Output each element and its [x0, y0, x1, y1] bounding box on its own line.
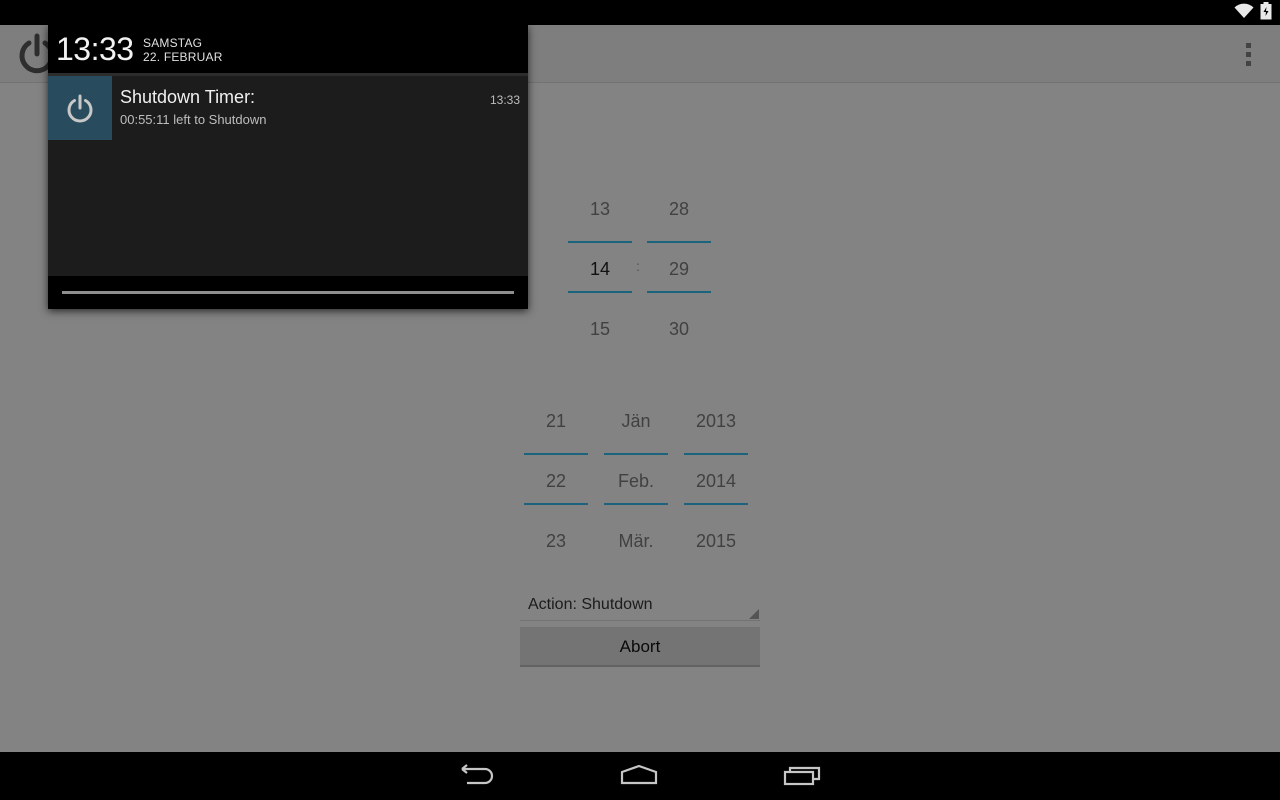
shade-footer: [48, 276, 528, 309]
day-next[interactable]: 23: [524, 529, 588, 553]
shade-clock[interactable]: 13:33: [56, 31, 134, 67]
shade-date[interactable]: 22. FEBRUAR: [143, 50, 223, 64]
hour-next[interactable]: 15: [568, 317, 632, 341]
action-spinner-label: Action: Shutdown: [528, 596, 653, 613]
recent-apps-icon[interactable]: [778, 762, 826, 790]
picker-divider: [524, 453, 588, 455]
notification-shade: 13:33 SAMSTAG 22. FEBRUAR Shutdown Timer…: [48, 25, 528, 309]
minute-next[interactable]: 30: [647, 317, 711, 341]
notification-text: 00:55:11 left to Shutdown: [120, 112, 267, 127]
picker-divider: [568, 291, 632, 293]
picker-divider: [604, 453, 668, 455]
picker-divider: [684, 503, 748, 505]
month-next[interactable]: Mär.: [604, 529, 668, 553]
minute-current[interactable]: 29: [647, 257, 711, 281]
status-bar: [0, 0, 1280, 25]
wifi-icon: [1234, 3, 1254, 23]
power-icon: [48, 94, 112, 144]
shade-drag-handle[interactable]: [62, 291, 514, 294]
home-icon[interactable]: [615, 762, 663, 790]
year-current[interactable]: 2014: [684, 469, 748, 493]
picker-divider: [568, 241, 632, 243]
time-separator: :: [636, 258, 640, 274]
year-prev[interactable]: 2013: [684, 409, 748, 433]
hour-prev[interactable]: 13: [568, 197, 632, 221]
overflow-menu-icon[interactable]: [1238, 39, 1258, 69]
status-icons: [1234, 2, 1272, 24]
hour-current[interactable]: 14: [568, 257, 632, 281]
battery-icon: [1260, 2, 1272, 24]
action-spinner[interactable]: Action: Shutdown: [520, 589, 760, 621]
day-prev[interactable]: 21: [524, 409, 588, 433]
abort-button[interactable]: Abort: [520, 627, 760, 667]
picker-divider: [524, 503, 588, 505]
month-current[interactable]: Feb.: [604, 469, 668, 493]
picker-divider: [647, 241, 711, 243]
navigation-bar: [0, 752, 1280, 800]
notification-icon-box: [48, 76, 112, 140]
picker-divider: [604, 503, 668, 505]
shade-header: 13:33 SAMSTAG 22. FEBRUAR: [48, 25, 528, 76]
year-next[interactable]: 2015: [684, 529, 748, 553]
picker-divider: [647, 291, 711, 293]
shade-day[interactable]: SAMSTAG: [143, 36, 202, 50]
back-icon[interactable]: [453, 762, 501, 790]
spinner-arrow-icon: [749, 609, 759, 619]
screen: 13 14 15 : 28 29 30 21 22 23 Jän Feb. Mä…: [0, 0, 1280, 800]
minute-prev[interactable]: 28: [647, 197, 711, 221]
picker-divider: [684, 453, 748, 455]
day-current[interactable]: 22: [524, 469, 588, 493]
month-prev[interactable]: Jän: [604, 409, 668, 433]
notification-time: 13:33: [489, 93, 520, 107]
shutdown-timer-notification[interactable]: Shutdown Timer: 00:55:11 left to Shutdow…: [48, 76, 528, 140]
notification-title: Shutdown Timer:: [120, 87, 256, 107]
